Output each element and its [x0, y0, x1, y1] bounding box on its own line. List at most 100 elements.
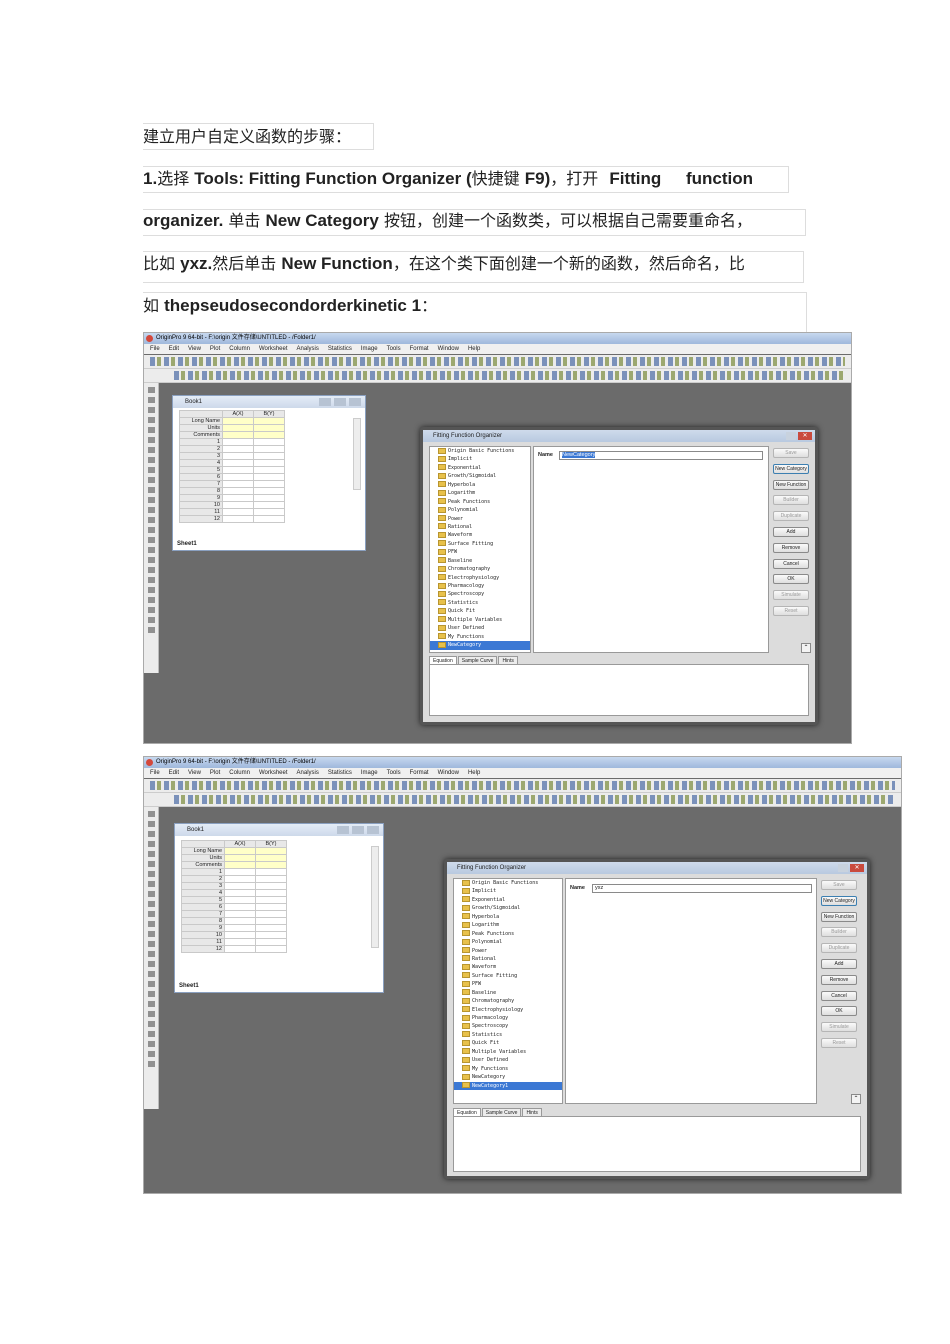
column-header-a[interactable]: A(X): [224, 840, 256, 848]
menu-item-statistics[interactable]: Statistics: [328, 770, 352, 776]
cell[interactable]: [253, 501, 285, 509]
table-row[interactable]: 1: [179, 438, 285, 446]
tree-item[interactable]: Rational: [430, 523, 530, 531]
tree-item[interactable]: Hyperbola: [430, 481, 530, 489]
table-row[interactable]: 2: [181, 875, 287, 883]
simulate-button[interactable]: Simulate: [773, 590, 809, 601]
cell[interactable]: [224, 875, 256, 883]
tree-item[interactable]: Peak Functions: [454, 930, 562, 938]
cell[interactable]: [222, 466, 254, 474]
name-input[interactable]: NewCategory: [559, 451, 763, 460]
table-row[interactable]: 7: [179, 480, 285, 488]
cell[interactable]: [222, 424, 254, 432]
tree-item[interactable]: Chromatography: [454, 997, 562, 1005]
builder-button[interactable]: Builder: [773, 495, 809, 506]
cell[interactable]: [222, 445, 254, 453]
cell[interactable]: [255, 910, 287, 918]
menu-item-plot[interactable]: Plot: [210, 346, 220, 352]
table-row[interactable]: 12: [179, 515, 285, 523]
cell[interactable]: [253, 438, 285, 446]
tree-item[interactable]: Hyperbola: [454, 913, 562, 921]
tree-item[interactable]: PFW: [454, 980, 562, 988]
ok-button[interactable]: OK: [773, 574, 809, 585]
tree-item-selected[interactable]: NewCategory: [430, 641, 530, 650]
collapse-up-icon[interactable]: ⌃: [851, 1094, 861, 1104]
tree-item[interactable]: Power: [454, 947, 562, 955]
toolbar-1[interactable]: [144, 779, 901, 793]
add-button[interactable]: Add: [821, 958, 857, 969]
tree-item[interactable]: Power: [430, 515, 530, 523]
cell[interactable]: [253, 445, 285, 453]
table-row[interactable]: 8: [179, 487, 285, 495]
tree-item[interactable]: Polynomial: [430, 506, 530, 514]
table-row[interactable]: 9: [181, 924, 287, 932]
tree-item[interactable]: Chromatography: [430, 565, 530, 573]
tree-item[interactable]: Waveform: [430, 531, 530, 539]
cell[interactable]: [224, 868, 256, 876]
tree-item-selected[interactable]: NewCategory1: [454, 1081, 562, 1090]
menu-item-plot[interactable]: Plot: [210, 770, 220, 776]
tree-item[interactable]: Multiple Variables: [430, 616, 530, 624]
menu-item-window[interactable]: Window: [438, 770, 459, 776]
table-row[interactable]: 3: [179, 452, 285, 460]
tree-item[interactable]: Pharmacology: [430, 582, 530, 590]
vertical-scrollbar[interactable]: [371, 846, 379, 948]
cancel-button[interactable]: Cancel: [773, 558, 809, 569]
tree-item[interactable]: Surface Fitting: [454, 972, 562, 980]
cell[interactable]: [224, 861, 256, 869]
builder-button[interactable]: Builder: [821, 927, 857, 938]
menu-item-format[interactable]: Format: [410, 346, 429, 352]
tree-item[interactable]: Origin Basic Functions: [430, 447, 530, 455]
table-row[interactable]: 7: [181, 910, 287, 918]
table-row[interactable]: 2: [179, 445, 285, 453]
menu-item-edit[interactable]: Edit: [169, 770, 179, 776]
cancel-button[interactable]: Cancel: [821, 990, 857, 1001]
menu-item-statistics[interactable]: Statistics: [328, 346, 352, 352]
sheet-tab[interactable]: Sheet1: [177, 541, 197, 547]
reset-button[interactable]: Reset: [773, 605, 809, 616]
cell[interactable]: [255, 854, 287, 862]
tree-item[interactable]: User Defined: [454, 1056, 562, 1064]
cell[interactable]: [224, 945, 256, 953]
cell[interactable]: [255, 931, 287, 939]
cell[interactable]: [224, 917, 256, 925]
tree-item[interactable]: PFW: [430, 548, 530, 556]
cell[interactable]: [224, 889, 256, 897]
sheet-tab[interactable]: Sheet1: [179, 983, 199, 989]
cell[interactable]: [222, 438, 254, 446]
menu-item-column[interactable]: Column: [229, 770, 250, 776]
table-row[interactable]: 3: [181, 882, 287, 890]
cell[interactable]: [224, 931, 256, 939]
toolbar-2[interactable]: [144, 793, 901, 807]
tree-item[interactable]: Growth/Sigmoidal: [430, 472, 530, 480]
cell[interactable]: [222, 501, 254, 509]
menu-item-column[interactable]: Column: [229, 346, 250, 352]
tree-item[interactable]: Logarithm: [454, 921, 562, 929]
function-tree[interactable]: Origin Basic Functions Implicit Exponentia…: [429, 446, 531, 653]
cell[interactable]: [222, 431, 254, 439]
cell[interactable]: [253, 424, 285, 432]
cell[interactable]: [224, 910, 256, 918]
cell[interactable]: [253, 459, 285, 467]
remove-button[interactable]: Remove: [773, 542, 809, 553]
tree-item[interactable]: Spectroscopy: [454, 1022, 562, 1030]
equation-panel[interactable]: [429, 664, 809, 716]
cell[interactable]: [253, 480, 285, 488]
new-category-button[interactable]: New Category: [821, 895, 857, 906]
table-row[interactable]: 5: [179, 466, 285, 474]
cell[interactable]: [222, 417, 254, 425]
worksheet-grid[interactable]: A(X) B(Y) Long Name Units Comments 1 2 3 4 5 6 7 8 9 1…: [181, 840, 287, 953]
cell[interactable]: [253, 473, 285, 481]
menu-item-view[interactable]: View: [188, 770, 201, 776]
tree-item[interactable]: Implicit: [430, 455, 530, 463]
cell[interactable]: [222, 515, 254, 523]
tree-item[interactable]: Pharmacology: [454, 1014, 562, 1022]
duplicate-button[interactable]: Duplicate: [821, 943, 857, 954]
save-button[interactable]: Save: [821, 880, 857, 890]
tree-item[interactable]: Statistics: [430, 599, 530, 607]
menu-item-help[interactable]: Help: [468, 346, 480, 352]
table-row[interactable]: 11: [181, 938, 287, 946]
tree-item[interactable]: Implicit: [454, 887, 562, 895]
menu-item-tools[interactable]: Tools: [387, 770, 401, 776]
ok-button[interactable]: OK: [821, 1006, 857, 1017]
